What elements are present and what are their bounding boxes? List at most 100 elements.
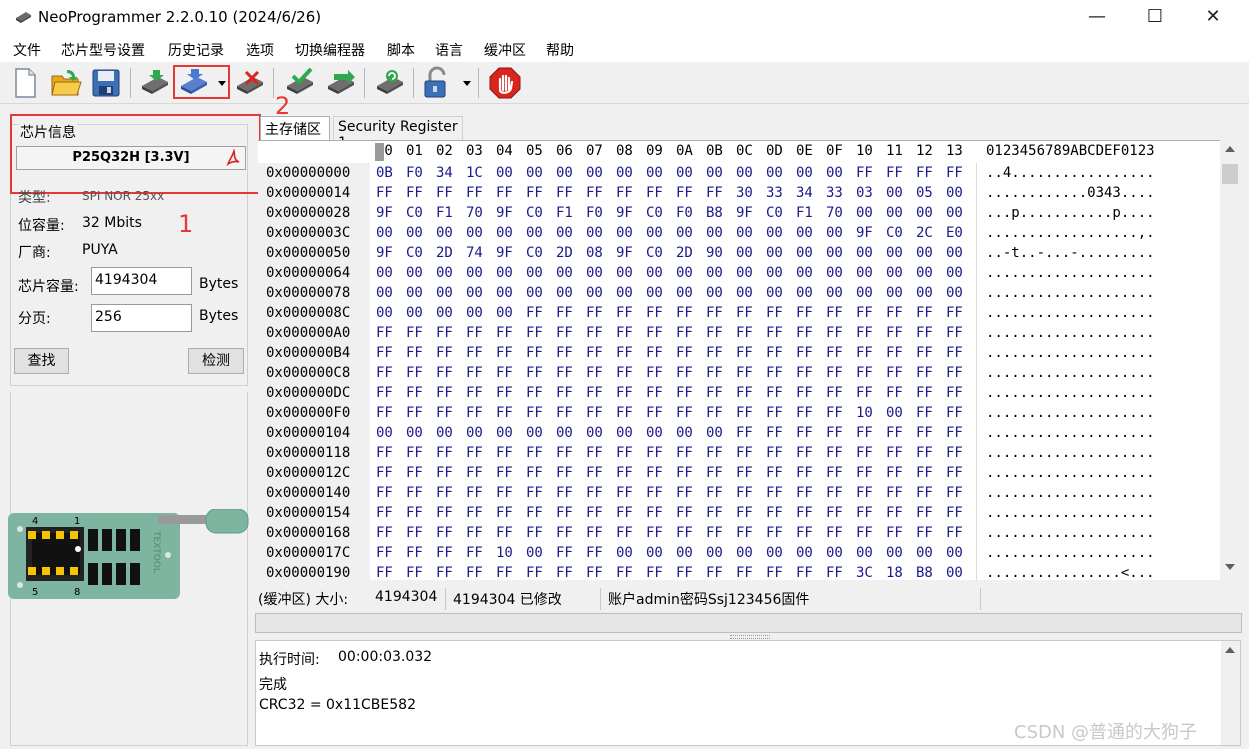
hex-byte[interactable]: 00: [406, 425, 436, 441]
ascii-row[interactable]: ....................: [986, 525, 1155, 541]
hex-byte[interactable]: 00: [856, 285, 886, 301]
hex-byte[interactable]: FF: [436, 185, 466, 201]
menu-options[interactable]: 选项: [246, 40, 274, 60]
hex-byte[interactable]: FF: [886, 365, 916, 381]
hex-byte[interactable]: FF: [586, 185, 616, 201]
hex-byte[interactable]: FF: [526, 325, 556, 341]
hex-byte[interactable]: FF: [916, 465, 946, 481]
hex-byte[interactable]: FF: [826, 565, 856, 581]
ascii-row[interactable]: ............0343....: [986, 185, 1155, 201]
hex-byte[interactable]: FF: [796, 365, 826, 381]
hex-byte[interactable]: 18: [886, 565, 916, 581]
scroll-down-icon[interactable]: [1225, 564, 1235, 570]
hex-byte[interactable]: 00: [376, 225, 406, 241]
hex-byte[interactable]: 00: [496, 165, 526, 181]
hex-byte[interactable]: FF: [766, 385, 796, 401]
hex-byte[interactable]: FF: [886, 165, 916, 181]
hex-byte[interactable]: FF: [886, 305, 916, 321]
detect-button[interactable]: 检测: [188, 348, 244, 374]
hex-byte[interactable]: FF: [496, 525, 526, 541]
hex-byte[interactable]: FF: [766, 485, 796, 501]
hex-byte[interactable]: FF: [616, 305, 646, 321]
hex-byte[interactable]: FF: [646, 185, 676, 201]
hex-byte[interactable]: FF: [886, 485, 916, 501]
hex-byte[interactable]: 00: [946, 245, 976, 261]
hex-byte[interactable]: 9F: [856, 225, 886, 241]
hex-byte[interactable]: 00: [496, 225, 526, 241]
hex-byte[interactable]: 00: [436, 225, 466, 241]
hex-byte[interactable]: FF: [436, 485, 466, 501]
hex-byte[interactable]: FF: [946, 345, 976, 361]
ascii-row[interactable]: ....................: [986, 485, 1155, 501]
hex-byte[interactable]: FF: [406, 545, 436, 561]
hex-byte[interactable]: 00: [676, 425, 706, 441]
hex-byte[interactable]: 34: [796, 185, 826, 201]
hex-byte[interactable]: 00: [646, 425, 676, 441]
hex-byte[interactable]: FF: [466, 405, 496, 421]
hex-byte[interactable]: 00: [796, 285, 826, 301]
hex-byte[interactable]: FF: [856, 485, 886, 501]
hex-byte[interactable]: FF: [646, 525, 676, 541]
hex-byte[interactable]: FF: [616, 185, 646, 201]
ascii-row[interactable]: ..................,.: [986, 225, 1155, 241]
hex-byte[interactable]: FF: [736, 405, 766, 421]
hex-byte[interactable]: FF: [796, 325, 826, 341]
hex-byte[interactable]: 00: [736, 225, 766, 241]
hex-byte[interactable]: FF: [736, 465, 766, 481]
hex-byte[interactable]: 00: [766, 285, 796, 301]
hex-byte[interactable]: FF: [946, 445, 976, 461]
hex-byte[interactable]: 00: [766, 165, 796, 181]
hex-byte[interactable]: FF: [466, 445, 496, 461]
hex-byte[interactable]: 00: [766, 265, 796, 281]
hex-byte[interactable]: C0: [646, 205, 676, 221]
hex-byte[interactable]: 00: [706, 425, 736, 441]
hex-byte[interactable]: FF: [796, 525, 826, 541]
hex-byte[interactable]: FF: [466, 345, 496, 361]
hex-byte[interactable]: FF: [676, 185, 706, 201]
hex-byte[interactable]: FF: [556, 405, 586, 421]
hex-byte[interactable]: F0: [406, 165, 436, 181]
hex-byte[interactable]: FF: [406, 365, 436, 381]
hex-byte[interactable]: 9F: [376, 245, 406, 261]
hex-byte[interactable]: FF: [886, 385, 916, 401]
hex-byte[interactable]: 9F: [376, 205, 406, 221]
hex-byte[interactable]: FF: [436, 325, 466, 341]
hex-byte[interactable]: FF: [766, 505, 796, 521]
lock-icon[interactable]: [420, 66, 454, 100]
hex-byte[interactable]: FF: [946, 365, 976, 381]
page-size-field[interactable]: 256: [91, 304, 192, 332]
hex-byte[interactable]: 00: [526, 165, 556, 181]
hex-byte[interactable]: FF: [556, 565, 586, 581]
hex-byte[interactable]: FF: [796, 465, 826, 481]
hex-byte[interactable]: FF: [406, 485, 436, 501]
hex-byte[interactable]: 00: [736, 285, 766, 301]
hex-byte[interactable]: FF: [406, 345, 436, 361]
hex-byte[interactable]: FF: [436, 345, 466, 361]
hex-byte[interactable]: FF: [766, 425, 796, 441]
hex-byte[interactable]: 00: [826, 225, 856, 241]
hex-byte[interactable]: FF: [436, 525, 466, 541]
hex-byte[interactable]: 00: [556, 425, 586, 441]
hex-byte[interactable]: FF: [886, 465, 916, 481]
hex-byte[interactable]: F1: [556, 205, 586, 221]
hex-byte[interactable]: FF: [496, 485, 526, 501]
hex-byte[interactable]: FF: [616, 505, 646, 521]
hex-byte[interactable]: FF: [436, 505, 466, 521]
hex-byte[interactable]: FF: [406, 525, 436, 541]
hex-byte[interactable]: B8: [916, 565, 946, 581]
hex-byte[interactable]: 00: [586, 425, 616, 441]
hex-byte[interactable]: FF: [586, 405, 616, 421]
hex-byte[interactable]: 00: [436, 285, 466, 301]
log-scrollbar[interactable]: [1221, 641, 1240, 745]
hex-byte[interactable]: 08: [586, 245, 616, 261]
hex-byte[interactable]: FF: [526, 405, 556, 421]
hex-byte[interactable]: 00: [826, 265, 856, 281]
hex-byte[interactable]: 00: [886, 405, 916, 421]
hex-byte[interactable]: 3C: [856, 565, 886, 581]
hex-byte[interactable]: FF: [736, 445, 766, 461]
hex-byte[interactable]: FF: [526, 305, 556, 321]
hex-byte[interactable]: 00: [616, 545, 646, 561]
hex-byte[interactable]: FF: [946, 305, 976, 321]
hex-byte[interactable]: FF: [826, 345, 856, 361]
hex-byte[interactable]: FF: [616, 465, 646, 481]
